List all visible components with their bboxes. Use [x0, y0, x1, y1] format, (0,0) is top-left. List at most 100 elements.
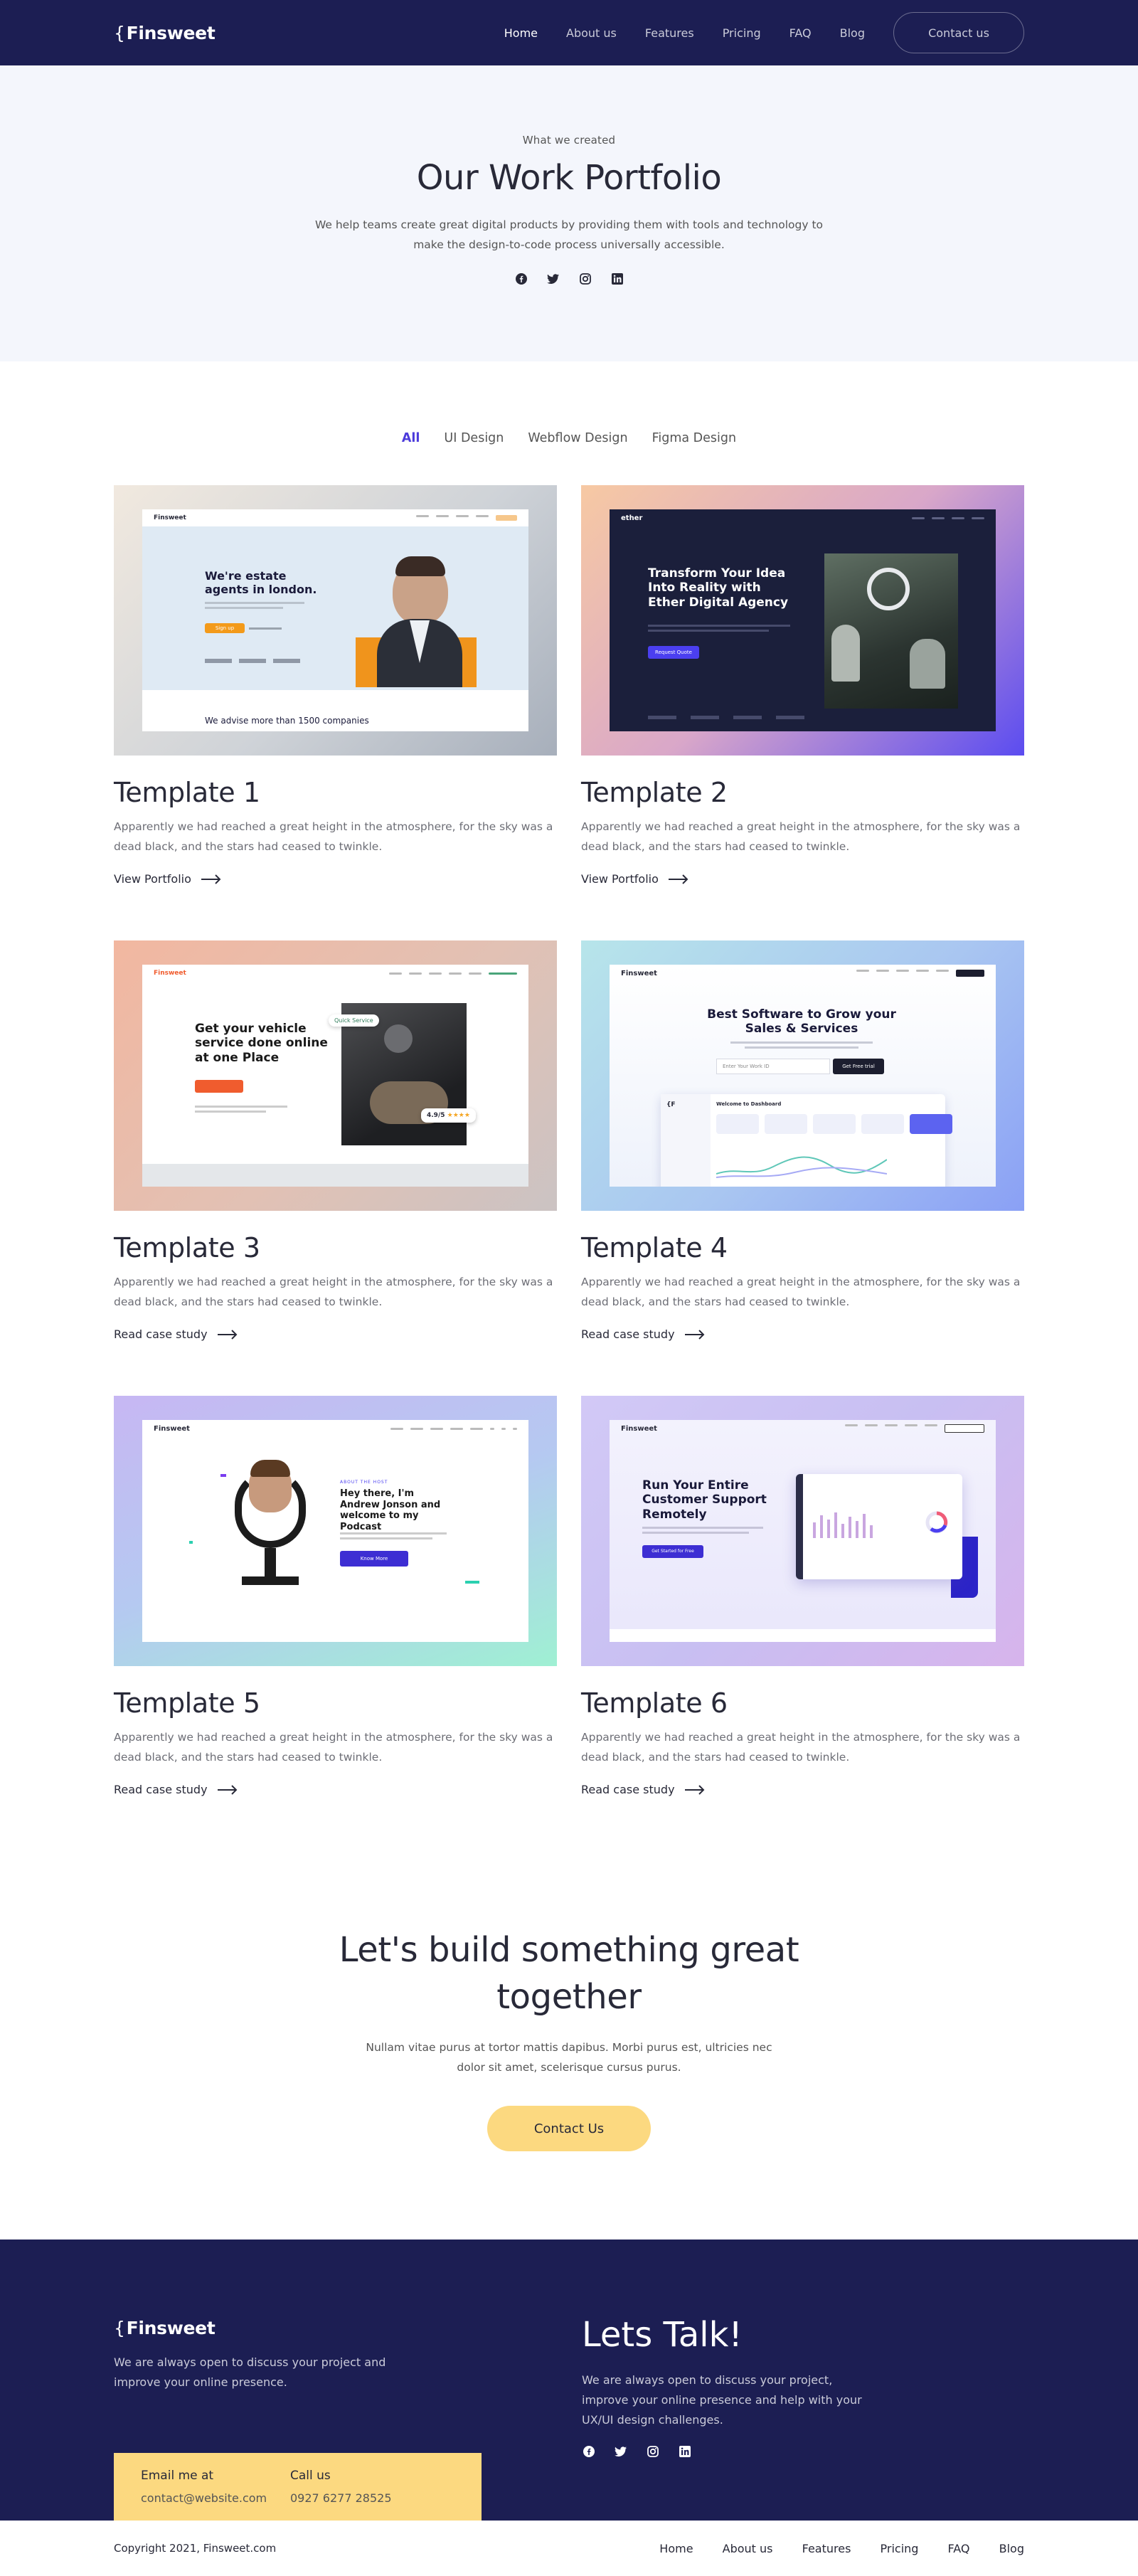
footer-nav: Home About us Features Pricing FAQ Blog [634, 2542, 1024, 2555]
preview-screen: Finsweet We're estate agents in london. … [142, 509, 528, 731]
nav-about[interactable]: About us [566, 26, 617, 40]
portfolio-card: Finsweet Best Software to Grow your Sale… [581, 940, 1024, 1396]
cta-section: Let's build something great together Nul… [0, 1851, 1138, 2240]
twitter-icon[interactable] [614, 2444, 627, 2458]
preview-screen: Finsweet ABOUT THE HOST Hey there, I'm A… [142, 1420, 528, 1642]
cta-title: Let's build something great together [339, 1930, 799, 2017]
filter-webflow-design[interactable]: Webflow Design [528, 431, 627, 445]
arrow-right-icon [684, 1329, 704, 1340]
preview-screen: Finsweet Best Software to Grow your Sale… [610, 965, 996, 1187]
lets-talk-title: Lets Talk! [582, 2315, 743, 2355]
link-label: Read case study [114, 1327, 208, 1341]
contact-box: Email me at contact@website.com Call us … [114, 2453, 482, 2521]
mock-bottom-text: We advise more than 1500 companies [205, 716, 369, 726]
filter-all[interactable]: All [402, 431, 420, 445]
hero-description: We help teams create great digital produ… [314, 218, 824, 251]
rating-value: 4.9/5 [427, 1112, 445, 1119]
footer-nav-home[interactable]: Home [659, 2542, 693, 2555]
footer-nav-pricing[interactable]: Pricing [881, 2542, 919, 2555]
filter-figma-design[interactable]: Figma Design [652, 431, 737, 445]
mock-headline: Hey there, I'm Andrew Jonson and welcome… [340, 1488, 441, 1532]
mock-brand: Finsweet [154, 514, 186, 521]
mock-button: Get Free trial [833, 1059, 884, 1074]
mock-headline: Run Your Entire Customer Support Remotel… [642, 1478, 767, 1522]
nav-features[interactable]: Features [645, 26, 694, 40]
card-title: Template 6 [581, 1687, 728, 1719]
lets-talk-text: We are always open to discuss your proje… [582, 2373, 862, 2427]
template-4-preview[interactable]: Finsweet Best Software to Grow your Sale… [581, 940, 1024, 1211]
footer-socials [582, 2444, 873, 2458]
mock-headline: Get your vehicle service done online at … [195, 1022, 328, 1065]
facebook-icon[interactable] [514, 272, 528, 285]
read-case-study-link[interactable]: Read case study [114, 1783, 557, 1796]
footer-nav-faq[interactable]: FAQ [948, 2542, 970, 2555]
template-6-preview[interactable]: Finsweet Run Your Entire Customer Suppor… [581, 1396, 1024, 1666]
card-title: Template 2 [581, 777, 728, 808]
mock-badge: Quick Service [329, 1014, 379, 1027]
contact-us-cta-button[interactable]: Contact Us [487, 2106, 651, 2151]
site-header: {Finsweet Home About us Features Pricing… [0, 0, 1138, 65]
twitter-icon[interactable] [546, 272, 560, 285]
portfolio-card: Finsweet We're estate agents in london. … [114, 485, 557, 940]
footer-logo[interactable]: {Finsweet [114, 2318, 582, 2338]
mock-button: Get Started for Free [642, 1545, 703, 1558]
hero-eyebrow: What we created [522, 134, 616, 147]
arrow-right-icon [217, 1784, 237, 1795]
mock-button: Know More [340, 1551, 408, 1567]
card-description: Apparently we had reached a great height… [114, 1731, 553, 1764]
logo[interactable]: {Finsweet [114, 23, 216, 43]
mock-headline: Transform Your Idea Into Reality with Et… [648, 566, 789, 610]
portfolio-grid: Finsweet We're estate agents in london. … [114, 485, 1024, 1851]
read-case-study-link[interactable]: Read case study [581, 1327, 1024, 1341]
preview-screen: Finsweet Get your vehicle service done o… [142, 965, 528, 1187]
linkedin-icon[interactable] [678, 2444, 691, 2458]
logo-brace-icon: { [114, 22, 125, 43]
bottom-bar: Copyright 2021, Finsweet.com Home About … [0, 2521, 1138, 2576]
read-case-study-link[interactable]: Read case study [114, 1327, 557, 1341]
card-description: Apparently we had reached a great height… [114, 820, 553, 853]
footer-nav-about[interactable]: About us [723, 2542, 773, 2555]
mock-button: Request Quote [648, 646, 699, 659]
arrow-right-icon [684, 1784, 704, 1795]
arrow-right-icon [668, 874, 688, 884]
card-title: Template 4 [581, 1232, 728, 1263]
call-label: Call us [290, 2469, 331, 2483]
instagram-icon[interactable] [646, 2444, 659, 2458]
link-label: Read case study [114, 1783, 208, 1796]
template-3-preview[interactable]: Finsweet Get your vehicle service done o… [114, 940, 557, 1211]
instagram-icon[interactable] [578, 272, 592, 285]
portfolio-filter: All UI Design Webflow Design Figma Desig… [0, 431, 1138, 445]
facebook-icon[interactable] [582, 2444, 595, 2458]
template-1-preview[interactable]: Finsweet We're estate agents in london. … [114, 485, 557, 756]
preview-screen: Finsweet Run Your Entire Customer Suppor… [610, 1420, 996, 1642]
mock-brand: Finsweet [621, 1424, 657, 1433]
card-description: Apparently we had reached a great height… [581, 820, 1021, 853]
card-title: Template 1 [114, 777, 260, 808]
arrow-right-icon [217, 1329, 237, 1340]
phone-link[interactable]: 0927 6277 28525 [290, 2491, 440, 2505]
stars-icon: ★★★★ [447, 1112, 470, 1119]
nav-blog[interactable]: Blog [840, 26, 865, 40]
template-5-preview[interactable]: Finsweet ABOUT THE HOST Hey there, I'm A… [114, 1396, 557, 1666]
view-portfolio-link[interactable]: View Portfolio [114, 872, 557, 886]
nav-faq[interactable]: FAQ [789, 26, 812, 40]
mock-button: Sign up [205, 623, 245, 633]
template-2-preview[interactable]: ether Transform Your Idea Into Reality w… [581, 485, 1024, 756]
mock-brand: Finsweet [621, 969, 657, 977]
linkedin-icon[interactable] [610, 272, 624, 285]
portfolio-card: ether Transform Your Idea Into Reality w… [581, 485, 1024, 940]
nav-home[interactable]: Home [504, 26, 538, 40]
read-case-study-link[interactable]: Read case study [581, 1783, 1024, 1796]
mock-brand: Finsweet [154, 970, 186, 977]
view-portfolio-link[interactable]: View Portfolio [581, 872, 1024, 886]
footer-nav-features[interactable]: Features [802, 2542, 851, 2555]
mock-dashboard-title: Welcome to Dashboard [716, 1101, 782, 1107]
nav-pricing[interactable]: Pricing [723, 26, 761, 40]
email-link[interactable]: contact@website.com [141, 2491, 290, 2505]
contact-us-button[interactable]: Contact us [893, 12, 1024, 53]
mock-headline: We're estate agents in london. [205, 569, 317, 597]
footer-nav-blog[interactable]: Blog [999, 2542, 1024, 2555]
arrow-right-icon [201, 874, 221, 884]
filter-ui-design[interactable]: UI Design [444, 431, 504, 445]
link-label: Read case study [581, 1327, 675, 1341]
